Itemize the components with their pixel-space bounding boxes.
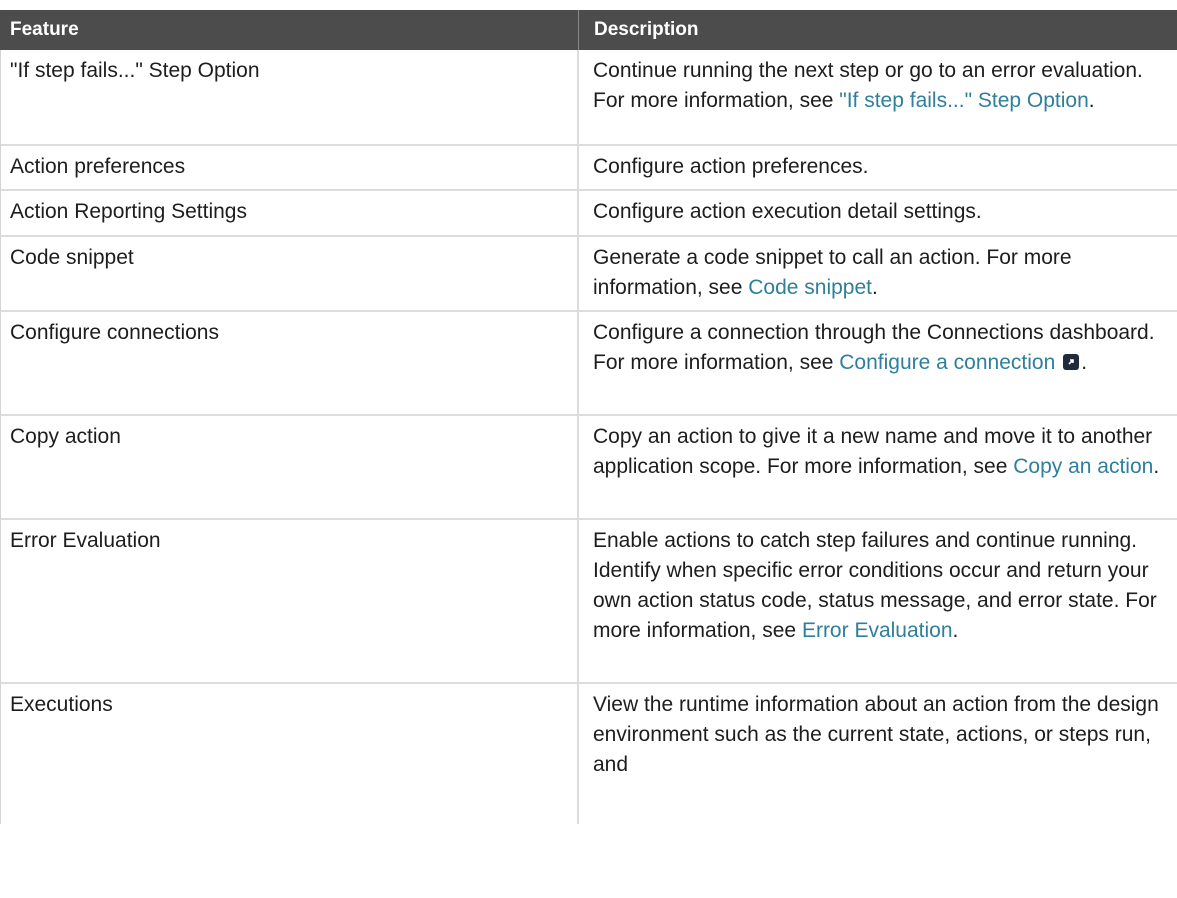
- feature-cell: Action preferences: [1, 146, 579, 189]
- description-tail: .: [1081, 351, 1088, 374]
- link-error-evaluation[interactable]: Error Evaluation: [802, 619, 953, 642]
- description-tail: .: [1088, 89, 1095, 112]
- description-cell: View the runtime information about an ac…: [579, 684, 1177, 824]
- description-cell: Configure a connection through the Conne…: [579, 312, 1177, 414]
- description-text: View the runtime information about an ac…: [593, 693, 1159, 776]
- table-row: Action Reporting Settings Configure acti…: [0, 191, 1177, 237]
- link-configure-connection[interactable]: Configure a connection: [839, 351, 1055, 374]
- description-tail: .: [1153, 455, 1160, 478]
- description-cell: Generate a code snippet to call an actio…: [579, 237, 1177, 310]
- table-row: "If step fails..." Step Option Continue …: [0, 50, 1177, 146]
- description-cell: Configure action execution detail settin…: [579, 191, 1177, 235]
- header-description: Description: [594, 19, 699, 40]
- link-code-snippet[interactable]: Code snippet: [748, 276, 872, 299]
- feature-cell: Copy action: [1, 416, 579, 518]
- table-row: Configure connections Configure a connec…: [0, 312, 1177, 416]
- external-link-icon[interactable]: [1063, 354, 1080, 370]
- feature-cell: Action Reporting Settings: [1, 191, 579, 235]
- description-text: Configure action execution detail settin…: [593, 200, 982, 223]
- description-text: Configure action preferences.: [593, 155, 869, 178]
- feature-table: Feature Description "If step fails..." S…: [0, 10, 1177, 824]
- table-row: Action preferences Configure action pref…: [0, 146, 1177, 191]
- link-if-step-fails[interactable]: "If step fails..." Step Option: [839, 89, 1089, 112]
- table-header: Feature Description: [0, 10, 1177, 50]
- description-cell: Configure action preferences.: [579, 146, 1177, 189]
- description-cell: Enable actions to catch step failures an…: [579, 520, 1177, 682]
- description-tail: .: [872, 276, 878, 299]
- table-row: Copy action Copy an action to give it a …: [0, 416, 1177, 520]
- description-cell: Continue running the next step or go to …: [579, 50, 1177, 144]
- description-tail: .: [952, 619, 959, 642]
- link-copy-action[interactable]: Copy an action: [1013, 455, 1153, 478]
- feature-cell: Code snippet: [1, 237, 579, 310]
- feature-cell: Configure connections: [1, 312, 579, 414]
- feature-cell: "If step fails..." Step Option: [1, 50, 579, 144]
- feature-cell: Error Evaluation: [1, 520, 579, 682]
- table-row: Code snippet Generate a code snippet to …: [0, 237, 1177, 312]
- table-row: Error Evaluation Enable actions to catch…: [0, 520, 1177, 684]
- feature-cell: Executions: [1, 684, 579, 824]
- description-cell: Copy an action to give it a new name and…: [579, 416, 1177, 518]
- header-feature: Feature: [0, 10, 579, 50]
- table-row: Executions View the runtime information …: [0, 684, 1177, 824]
